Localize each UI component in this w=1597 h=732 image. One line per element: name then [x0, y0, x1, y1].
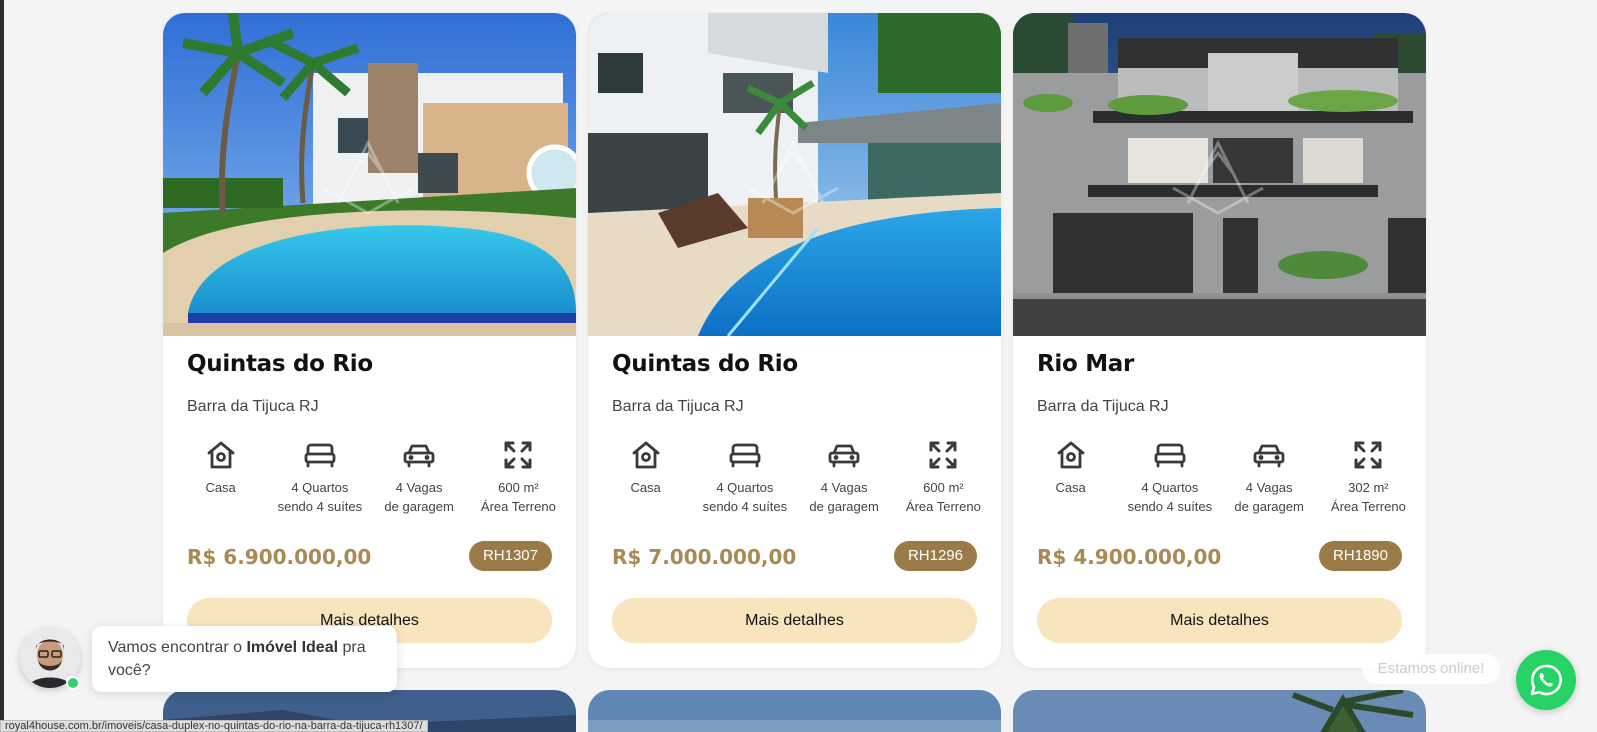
- area-value: 600 m²: [498, 480, 539, 495]
- house-icon: [1055, 438, 1087, 472]
- area-label: Área Terreno: [480, 499, 556, 514]
- feature-type-label: Casa: [630, 480, 661, 495]
- property-photo[interactable]: [163, 13, 576, 336]
- feature-parking: 4 Vagas de garagem: [370, 438, 469, 516]
- parking-count: 4 Vagas: [1245, 480, 1293, 495]
- feature-area: 600 m² Área Terreno: [469, 438, 568, 516]
- bed-icon: [1153, 438, 1187, 472]
- listing-code-badge: RH1890: [1318, 541, 1402, 571]
- area-value: 302 m²: [1348, 480, 1389, 495]
- listing-features: Casa 4 Quartos sendo 4 suítes 4 Vagas de…: [171, 438, 568, 516]
- house-icon: [205, 438, 237, 472]
- feature-area: 600 m² Área Terreno: [894, 438, 993, 516]
- listing-code-badge: RH1307: [468, 541, 552, 571]
- listing-price: R$ 7.000.000,00: [612, 545, 797, 569]
- listing-title[interactable]: Quintas do Rio: [612, 351, 798, 377]
- feature-area: 302 m² Área Terreno: [1319, 438, 1418, 516]
- car-icon: [827, 438, 861, 472]
- bedrooms-suites: sendo 4 suítes: [702, 499, 788, 514]
- bedrooms-count: 4 Quartos: [291, 480, 349, 495]
- listing-features: Casa 4 Quartos sendo 4 suítes 4 Vagas de…: [1021, 438, 1418, 516]
- bedrooms-count: 4 Quartos: [716, 480, 774, 495]
- listing-title[interactable]: Quintas do Rio: [187, 351, 373, 377]
- feature-type-label: Casa: [1055, 480, 1086, 495]
- listing-features: Casa 4 Quartos sendo 4 suítes 4 Vagas de…: [596, 438, 993, 516]
- car-icon: [1252, 438, 1286, 472]
- whatsapp-icon: [1530, 664, 1562, 696]
- window-edge: [0, 0, 4, 732]
- car-icon: [402, 438, 436, 472]
- listing-title[interactable]: Rio Mar: [1037, 351, 1134, 377]
- expand-arrows-icon: [927, 438, 959, 472]
- next-listing-photo[interactable]: [1013, 690, 1426, 732]
- listing-card[interactable]: Quintas do Rio Barra da Tijuca RJ Casa 4…: [588, 13, 1001, 668]
- online-status-label: Estamos online!: [1362, 654, 1500, 684]
- feature-type: Casa: [596, 438, 695, 516]
- whatsapp-button[interactable]: [1516, 650, 1576, 710]
- area-label: Área Terreno: [905, 499, 981, 514]
- bed-icon: [728, 438, 762, 472]
- chat-message-prefix: Vamos encontrar o: [108, 639, 247, 656]
- house-icon: [630, 438, 662, 472]
- bed-icon: [303, 438, 337, 472]
- listing-price: R$ 4.900.000,00: [1037, 545, 1222, 569]
- feature-type: Casa: [171, 438, 270, 516]
- online-status-dot: [66, 676, 80, 690]
- expand-arrows-icon: [502, 438, 534, 472]
- listing-location: Barra da Tijuca RJ: [612, 398, 744, 415]
- feature-bedrooms: 4 Quartos sendo 4 suítes: [270, 438, 369, 516]
- feature-parking: 4 Vagas de garagem: [795, 438, 894, 516]
- feature-type: Casa: [1021, 438, 1120, 516]
- feature-bedrooms: 4 Quartos sendo 4 suítes: [1120, 438, 1219, 516]
- listing-price: R$ 6.900.000,00: [187, 545, 372, 569]
- listing-location: Barra da Tijuca RJ: [1037, 398, 1169, 415]
- chat-message-bubble[interactable]: Vamos encontrar o Imóvel Ideal pra você?: [92, 626, 397, 692]
- parking-count: 4 Vagas: [395, 480, 443, 495]
- feature-type-label: Casa: [205, 480, 236, 495]
- area-value: 600 m²: [923, 480, 964, 495]
- details-button[interactable]: Mais detalhes: [612, 598, 977, 643]
- listing-code-badge: RH1296: [893, 541, 977, 571]
- listing-card[interactable]: Quintas do Rio Barra da Tijuca RJ Casa 4…: [163, 13, 576, 668]
- bedrooms-suites: sendo 4 suítes: [1127, 499, 1213, 514]
- property-photo[interactable]: [588, 13, 1001, 336]
- listing-card[interactable]: Rio Mar Barra da Tijuca RJ Casa 4 Quarto…: [1013, 13, 1426, 668]
- parking-label: de garagem: [384, 499, 454, 514]
- next-listing-photo[interactable]: [588, 690, 1001, 732]
- area-label: Área Terreno: [1330, 499, 1406, 514]
- details-button[interactable]: Mais detalhes: [1037, 598, 1402, 643]
- feature-bedrooms: 4 Quartos sendo 4 suítes: [695, 438, 794, 516]
- parking-count: 4 Vagas: [820, 480, 868, 495]
- feature-parking: 4 Vagas de garagem: [1220, 438, 1319, 516]
- expand-arrows-icon: [1352, 438, 1384, 472]
- bedrooms-count: 4 Quartos: [1141, 480, 1199, 495]
- chat-message-highlight: Imóvel Ideal: [246, 639, 339, 656]
- bedrooms-suites: sendo 4 suítes: [277, 499, 363, 514]
- property-photo[interactable]: [1013, 13, 1426, 336]
- listing-location: Barra da Tijuca RJ: [187, 398, 319, 415]
- browser-status-url: royal4house.com.br/imoveis/casa-duplex-n…: [0, 720, 428, 732]
- parking-label: de garagem: [1234, 499, 1304, 514]
- parking-label: de garagem: [809, 499, 879, 514]
